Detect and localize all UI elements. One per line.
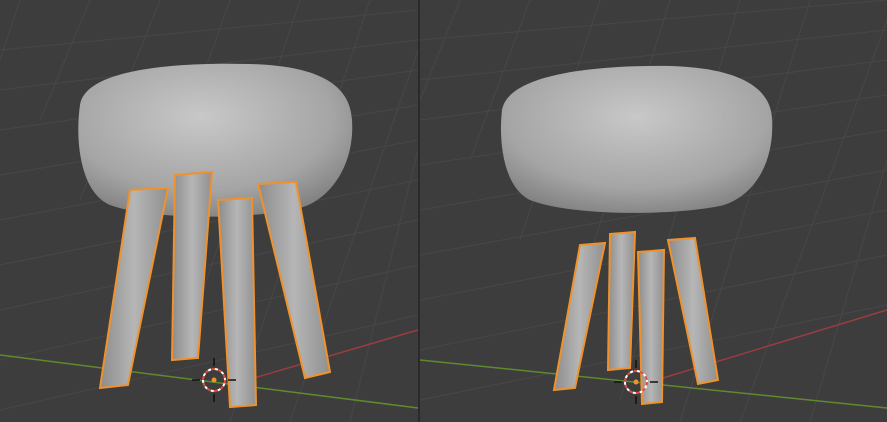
stool-seat[interactable] bbox=[500, 65, 773, 213]
object-origin-icon bbox=[633, 379, 639, 385]
leg-3 bbox=[636, 248, 666, 406]
leg-2 bbox=[606, 230, 637, 372]
stool-seat[interactable] bbox=[78, 63, 353, 217]
object-origin-icon bbox=[211, 377, 217, 383]
viewport-left[interactable] bbox=[0, 0, 418, 422]
blender-viewport-comparison bbox=[0, 0, 887, 422]
viewport-right[interactable] bbox=[420, 0, 887, 422]
